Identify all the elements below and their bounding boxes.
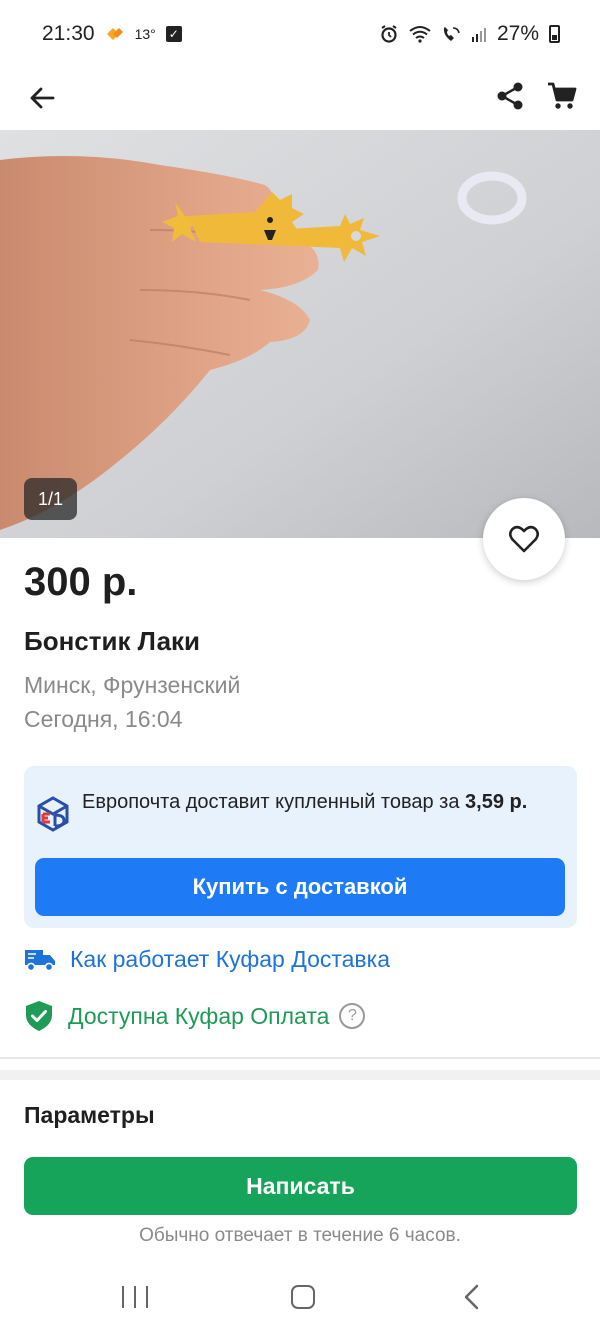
how-delivery-label: Как работает Куфар Доставка [70, 946, 391, 972]
delivery-text: Европочта доставит купленный товар за 3,… [82, 786, 568, 818]
listing-photo[interactable] [0, 130, 600, 538]
share-icon [497, 82, 523, 110]
checkbox-notification-icon: ✓ [165, 26, 182, 42]
help-icon[interactable]: ? [339, 1003, 366, 1029]
temperature: 13° [134, 26, 156, 42]
delivery-cost: 3,59 р. [465, 791, 528, 813]
section-separator [0, 1070, 600, 1080]
heart-icon [509, 525, 539, 553]
call-wifi-icon [441, 23, 461, 45]
write-message-button[interactable]: Написать [24, 1157, 577, 1215]
share-button[interactable] [490, 74, 530, 118]
posted-date: Сегодня, 16:04 [24, 706, 183, 732]
arrow-left-icon [30, 87, 55, 109]
europochta-logo-icon [37, 796, 69, 832]
reply-time-note: Обычно отвечает в течение 6 часов. [139, 1225, 461, 1246]
favorite-button[interactable] [483, 498, 565, 580]
delivery-card: Европочта доставит купленный товар за 3,… [24, 766, 577, 928]
app-bar [0, 68, 600, 130]
battery-icon [549, 25, 560, 43]
signal-icon [471, 23, 487, 45]
truck-icon [25, 949, 55, 971]
buy-with-delivery-button[interactable]: Купить с доставкой [35, 858, 565, 916]
battery-percent: 27% [496, 22, 539, 45]
photo-counter: 1/1 [24, 478, 77, 520]
notification-app-icon [105, 23, 125, 45]
alarm-icon [379, 23, 399, 45]
location: Минск, Фрунзенский [24, 672, 241, 698]
home-button[interactable] [291, 1285, 315, 1309]
delivery-text-prefix: Европочта доставит купленный товар за [82, 791, 466, 813]
wifi-icon [409, 23, 431, 45]
status-right: 27% [379, 22, 560, 46]
photo-illustration [0, 130, 600, 538]
price: 300 р. [24, 560, 138, 604]
payment-available-row[interactable]: Доступна Куфар Оплата ? [24, 1000, 366, 1032]
payment-label: Доступна Куфар Оплата [68, 1002, 330, 1029]
listing-title: Бонстик Лаки [24, 626, 201, 656]
system-nav-bar [0, 1262, 600, 1332]
how-delivery-link[interactable]: Как работает Куфар Доставка [24, 946, 390, 973]
status-bar: 21:30 13° ✓ 27% [0, 0, 600, 68]
cart-button[interactable] [542, 74, 582, 118]
clock: 21:30 [42, 22, 95, 45]
shield-check-icon [26, 1001, 52, 1031]
system-back-button[interactable] [462, 1284, 482, 1310]
cart-icon [548, 82, 577, 109]
status-left: 21:30 13° ✓ [42, 22, 182, 46]
divider [0, 1057, 600, 1059]
back-button[interactable] [22, 76, 62, 120]
recents-button[interactable] [122, 1286, 148, 1308]
parameters-heading: Параметры [24, 1102, 155, 1128]
